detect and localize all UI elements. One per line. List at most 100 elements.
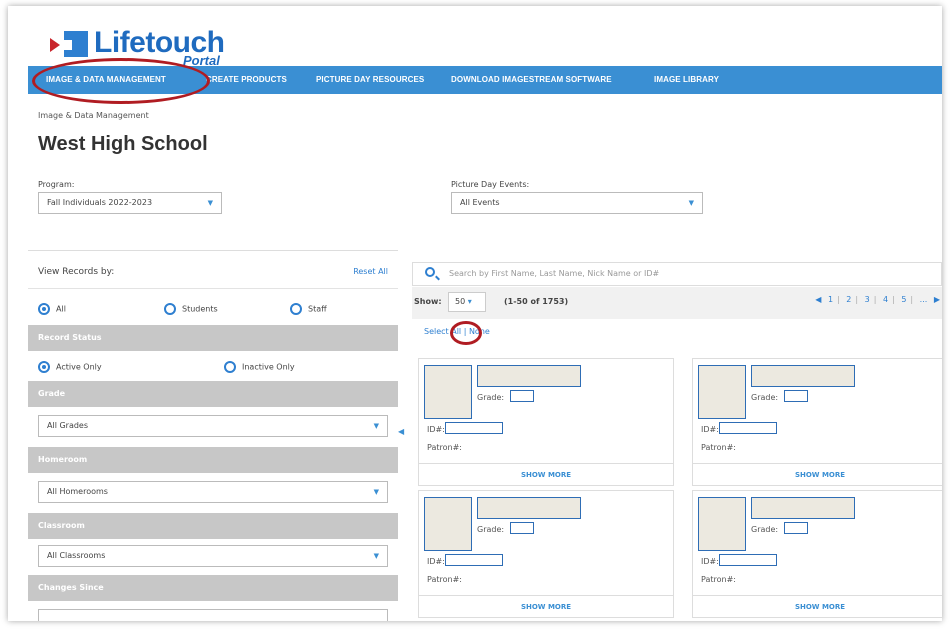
student-card[interactable]: Grade: ID#: Patron#: SHOW MORE — [418, 358, 674, 486]
id-label: ID#: — [427, 557, 445, 566]
radio-checked-icon — [38, 303, 50, 315]
filter-panel: View Records by: Reset All All Students … — [28, 250, 398, 621]
events-select[interactable]: All Events ▼ — [451, 192, 703, 214]
radio-icon — [290, 303, 302, 315]
show-more-button[interactable]: SHOW MORE — [693, 595, 942, 619]
student-name-field — [751, 497, 855, 519]
page-link[interactable]: 3 — [865, 295, 870, 304]
select-label: Select — [424, 327, 449, 336]
radio-icon — [224, 361, 236, 373]
chevron-down-icon: ▼ — [207, 199, 213, 207]
program-label: Program: — [38, 180, 75, 189]
view-records-label: View Records by: — [38, 267, 115, 277]
grade-value: All Grades — [47, 421, 89, 430]
page-link[interactable]: 2 — [846, 295, 851, 304]
page-link[interactable]: ... — [920, 295, 928, 304]
grade-label: Grade: — [477, 525, 505, 534]
nav-create-products[interactable]: CREATE PRODUCTS — [206, 66, 287, 94]
pagination: ◀ 1 | 2 | 3 | 4 | 5 | ... ▶ — [815, 295, 940, 304]
events-label: Picture Day Events: — [451, 180, 530, 189]
page-title: West High School — [38, 133, 208, 155]
show-more-button[interactable]: SHOW MORE — [419, 595, 673, 619]
grade-label: Grade: — [751, 525, 779, 534]
homeroom-header: Homeroom — [28, 447, 398, 473]
radio-active-only[interactable]: Active Only — [38, 361, 102, 373]
results-toolbar: Show: 50 ▾ (1-50 of 1753) ◀ 1 | 2 | 3 | 4 | … — [412, 287, 942, 319]
id-label: ID#: — [701, 557, 719, 566]
next-page-icon[interactable]: ▶ — [934, 295, 940, 304]
grade-field — [784, 390, 808, 402]
breadcrumb: Image & Data Management — [38, 111, 149, 120]
show-label: Show: — [414, 297, 442, 306]
chevron-down-icon: ▼ — [373, 488, 379, 496]
patron-label: Patron#: — [701, 575, 736, 584]
grade-header: Grade — [28, 381, 398, 407]
logo-mark-icon — [50, 31, 88, 57]
radio-staff[interactable]: Staff — [290, 303, 327, 315]
search-placeholder: Search by First Name, Last Name, Nick Na… — [449, 269, 660, 278]
show-more-button[interactable]: SHOW MORE — [693, 463, 942, 487]
grade-select[interactable]: All Grades ▼ — [38, 415, 388, 437]
classroom-value: All Classrooms — [47, 551, 106, 560]
student-card[interactable]: Grade: ID#: Patron#: SHOW MORE — [418, 490, 674, 618]
show-more-button[interactable]: SHOW MORE — [419, 463, 673, 487]
student-name-field — [477, 497, 581, 519]
chevron-down-icon: ▾ — [467, 297, 472, 306]
student-name-field — [477, 365, 581, 387]
events-value: All Events — [460, 198, 500, 207]
reset-all-link[interactable]: Reset All — [353, 267, 388, 276]
record-status-header: Record Status — [28, 325, 398, 351]
nav-image-library[interactable]: IMAGE LIBRARY — [654, 66, 719, 94]
id-field — [445, 422, 503, 434]
page-link[interactable]: 1 — [828, 295, 833, 304]
chevron-down-icon: ▼ — [688, 199, 694, 207]
portal-window: Lifetouch Portal IMAGE & DATA MANAGEMENT… — [8, 6, 942, 621]
student-card[interactable]: Grade: ID#: Patron#: SHOW MORE — [692, 490, 942, 618]
radio-inactive-only[interactable]: Inactive Only — [224, 361, 295, 373]
prev-page-icon[interactable]: ◀ — [815, 295, 821, 304]
id-field — [445, 554, 503, 566]
changes-since-header: Changes Since — [28, 575, 398, 601]
page-size-select[interactable]: 50 ▾ — [448, 292, 486, 312]
radio-checked-icon — [38, 361, 50, 373]
collapse-panel-icon[interactable]: ◀ — [398, 427, 404, 436]
id-field — [719, 422, 777, 434]
changes-since-select[interactable] — [38, 609, 388, 621]
page-link[interactable]: 5 — [901, 295, 906, 304]
id-label: ID#: — [701, 425, 719, 434]
student-card[interactable]: Grade: ID#: Patron#: SHOW MORE — [692, 358, 942, 486]
page-link[interactable]: 4 — [883, 295, 888, 304]
radio-icon — [164, 303, 176, 315]
record-status-group: Active Only Inactive Only — [28, 353, 398, 383]
highlight-circle-all — [450, 321, 482, 345]
id-label: ID#: — [427, 425, 445, 434]
student-photo — [698, 497, 746, 551]
radio-all[interactable]: All — [38, 303, 66, 315]
classroom-select[interactable]: All Classrooms ▼ — [38, 545, 388, 567]
classroom-header: Classroom — [28, 513, 398, 539]
grade-label: Grade: — [751, 393, 779, 402]
patron-label: Patron#: — [701, 443, 736, 452]
search-bar[interactable]: Search by First Name, Last Name, Nick Na… — [412, 262, 942, 286]
student-photo — [424, 365, 472, 419]
filter-panel-header: View Records by: Reset All — [28, 251, 398, 289]
grade-label: Grade: — [477, 393, 505, 402]
grade-field — [510, 522, 534, 534]
id-field — [719, 554, 777, 566]
nav-download-imagestream[interactable]: DOWNLOAD IMAGESTREAM SOFTWARE — [451, 66, 612, 94]
radio-students[interactable]: Students — [164, 303, 218, 315]
homeroom-value: All Homerooms — [47, 487, 108, 496]
student-photo — [698, 365, 746, 419]
search-icon — [425, 267, 435, 277]
homeroom-select[interactable]: All Homerooms ▼ — [38, 481, 388, 503]
record-type-group: All Students Staff — [28, 295, 398, 325]
patron-label: Patron#: — [427, 443, 462, 452]
program-select[interactable]: Fall Individuals 2022-2023 ▼ — [38, 192, 222, 214]
grade-field — [510, 390, 534, 402]
student-photo — [424, 497, 472, 551]
highlight-circle-nav — [32, 58, 210, 104]
results-range: (1-50 of 1753) — [504, 297, 569, 306]
program-value: Fall Individuals 2022-2023 — [47, 198, 153, 207]
chevron-down-icon: ▼ — [373, 552, 379, 560]
nav-picture-day-resources[interactable]: PICTURE DAY RESOURCES — [316, 66, 424, 94]
